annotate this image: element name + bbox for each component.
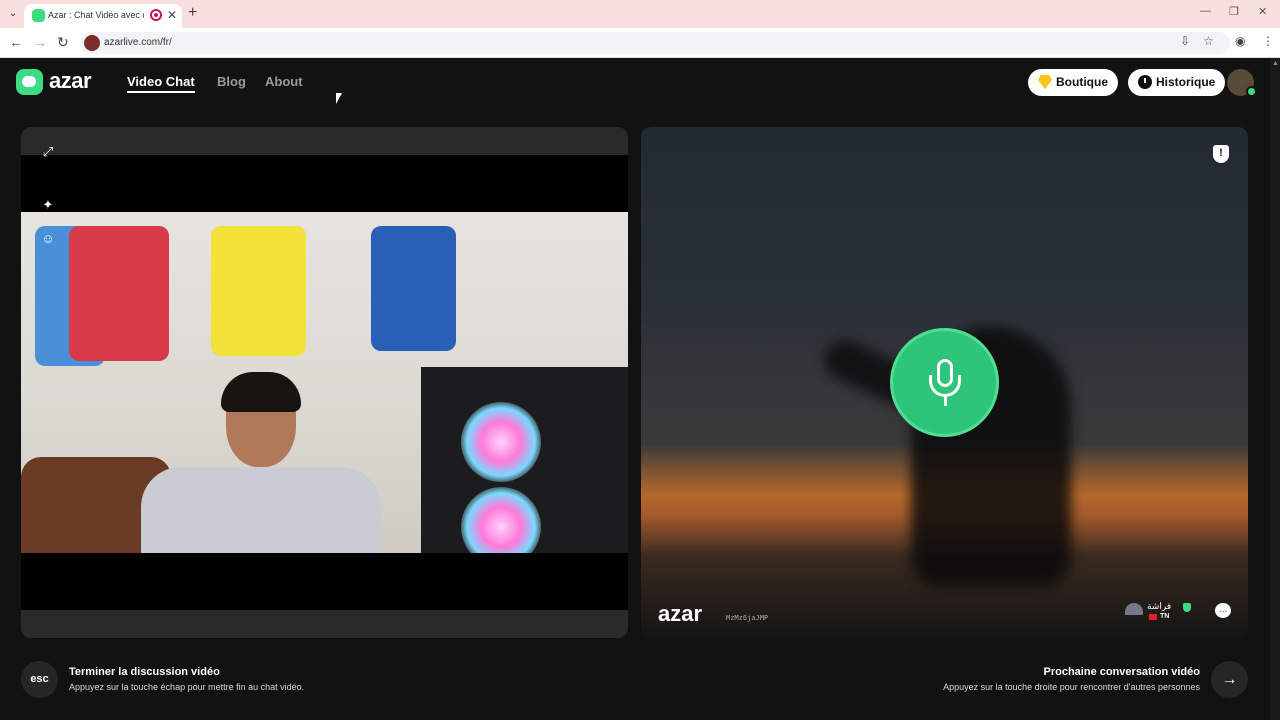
jersey-image <box>69 226 169 361</box>
rgb-fan <box>461 487 541 553</box>
esc-key-button[interactable]: esc <box>21 661 58 698</box>
remote-video-panel: ! azar MzMz6jaJMP فراشة TN … <box>641 127 1248 638</box>
verified-shield-icon <box>1183 603 1191 612</box>
azar-site: azar Video Chat Blog About Boutique Hist… <box>0 58 1270 720</box>
peer-name: فراشة <box>1147 602 1172 612</box>
reload-icon[interactable]: ↻ <box>57 34 69 51</box>
microphone-icon-stem <box>944 396 947 406</box>
rgb-fan <box>461 402 541 482</box>
site-info-icon[interactable] <box>84 35 100 51</box>
next-arrow-right-icon[interactable]: → <box>1211 661 1248 698</box>
mouse-cursor <box>336 93 346 104</box>
new-tab-plus-icon[interactable]: + <box>188 4 197 22</box>
boutique-label: Boutique <box>1056 75 1108 89</box>
scroll-up-icon[interactable]: ▲ <box>1272 60 1279 67</box>
end-chat-desc: Appuyez sur la touche échap pour mettre … <box>69 682 305 692</box>
browser-toolbar: ← → ↻ azarlive.com/fr/ ⇩ ☆ ◉ ⋮ <box>0 28 1280 58</box>
tunisia-flag-icon <box>1149 614 1157 620</box>
tab-list-chevron-down-icon[interactable]: ⌄ <box>5 6 21 22</box>
history-label: Historique <box>1156 75 1216 89</box>
nav-blog[interactable]: Blog <box>217 74 246 89</box>
nav-about[interactable]: About <box>265 74 303 89</box>
browser-tab-bar: ⌄ Azar : Chat Vidéo avec de n ✕ + — ❐ ✕ <box>0 0 1280 28</box>
end-chat-title: Terminer la discussion vidéo <box>69 666 220 678</box>
online-status-icon <box>1246 86 1257 97</box>
peer-avatar <box>1125 603 1143 615</box>
person-hair <box>221 372 301 412</box>
forward-arrow-icon[interactable]: → <box>33 34 47 50</box>
address-bar[interactable]: azarlive.com/fr/ <box>80 32 1230 54</box>
clock-icon <box>1138 75 1152 89</box>
diamond-icon <box>1038 75 1052 89</box>
logo-text: azar <box>49 68 92 93</box>
url-text[interactable]: azarlive.com/fr/ <box>104 37 172 48</box>
profile-icon[interactable]: ◉ <box>1235 34 1245 48</box>
bookmark-star-icon[interactable]: ☆ <box>1203 34 1214 48</box>
person-body <box>141 467 381 553</box>
next-chat-desc: Appuyez sur la touche droite pour rencon… <box>943 682 1200 692</box>
report-shield-icon[interactable]: ! <box>1213 145 1229 163</box>
magic-wand-icon[interactable]: ✦ <box>38 195 58 215</box>
microphone-button[interactable] <box>890 328 999 437</box>
face-filter-icon[interactable]: ☺ <box>38 229 58 249</box>
minimize-icon[interactable]: — <box>1200 5 1211 17</box>
install-app-icon[interactable]: ⇩ <box>1180 34 1190 48</box>
next-chat-title: Prochaine conversation vidéo <box>1043 666 1201 678</box>
watermark-id: MzMz6jaJMP <box>726 614 769 622</box>
peer-country: TN <box>1160 613 1170 620</box>
nav-video-chat[interactable]: Video Chat <box>127 74 195 93</box>
history-button[interactable]: Historique <box>1128 69 1226 96</box>
back-arrow-icon[interactable]: ← <box>9 34 23 50</box>
recording-indicator-icon <box>150 9 162 21</box>
pc-case <box>421 367 628 553</box>
more-menu-icon[interactable]: ⋮ <box>1262 34 1274 48</box>
azar-logo-icon <box>16 69 43 95</box>
peer-info[interactable]: فراشة TN <box>1125 601 1195 623</box>
chat-bubble-icon[interactable]: … <box>1215 603 1231 618</box>
window-close-icon[interactable]: ✕ <box>1258 5 1267 18</box>
page-scrollbar[interactable]: ▲ <box>1270 58 1280 720</box>
jersey-image <box>211 226 306 356</box>
azar-watermark: azar <box>658 601 703 626</box>
azar-logo[interactable]: azar <box>16 68 106 95</box>
browser-tab[interactable]: Azar : Chat Vidéo avec de n ✕ <box>24 4 182 28</box>
microphone-icon-arc <box>929 375 961 397</box>
user-avatar[interactable] <box>1227 69 1257 97</box>
azar-favicon-icon <box>32 9 45 22</box>
restore-icon[interactable]: ❐ <box>1229 5 1239 18</box>
tab-close-icon[interactable]: ✕ <box>167 8 177 22</box>
tab-title: Azar : Chat Vidéo avec de n <box>48 10 144 20</box>
self-video-panel: ⤢ ✦ ☺ <box>21 127 628 638</box>
boutique-button[interactable]: Boutique <box>1028 69 1118 96</box>
letterbox-bottom <box>21 553 628 610</box>
expand-icon[interactable]: ⤢ <box>38 142 58 162</box>
letterbox-top <box>21 155 628 212</box>
jersey-image <box>371 226 456 351</box>
self-camera-feed <box>21 212 628 553</box>
